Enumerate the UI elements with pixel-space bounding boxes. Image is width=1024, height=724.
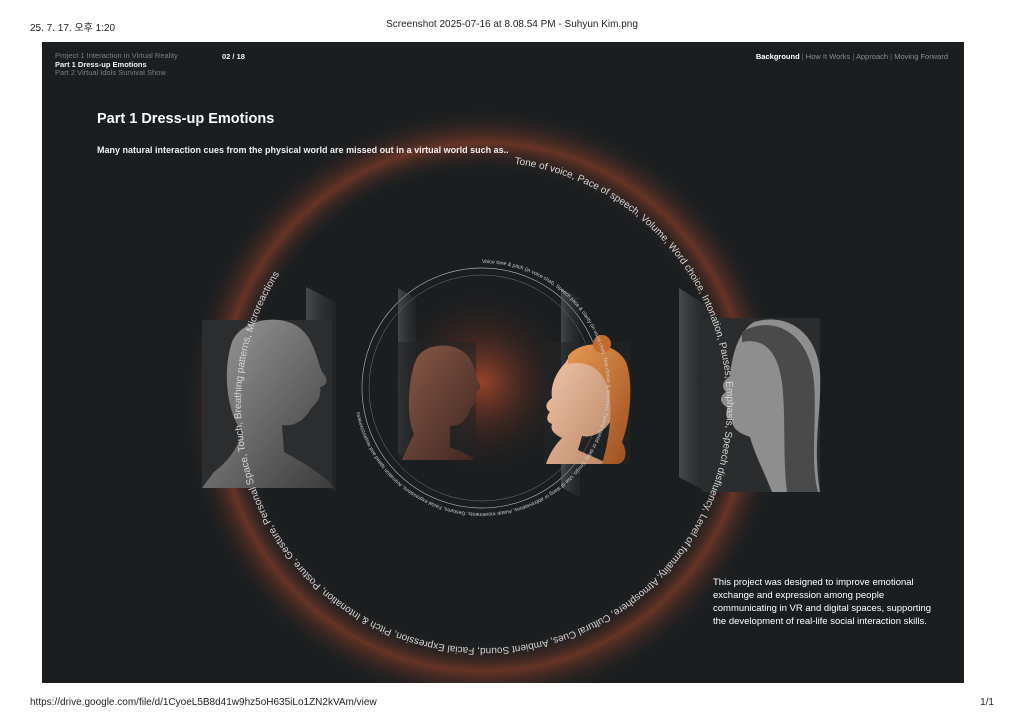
nav-separator: | (890, 52, 893, 61)
page-number: 02 / 18 (222, 52, 245, 61)
nav-how-it-works[interactable]: How It Works (806, 52, 850, 61)
print-title: Screenshot 2025-07-16 at 8.08.54 PM - Su… (386, 19, 638, 30)
left-person-photo (202, 319, 334, 488)
nav-part-2[interactable]: Part 2 Virtual Idols Survival Show (55, 68, 178, 78)
slide-subheading: Many natural interaction cues from the p… (97, 145, 509, 155)
section-nav: Background | How It Works | Approach | M… (756, 52, 948, 61)
project-description: This project was designed to improve emo… (713, 577, 932, 627)
print-url[interactable]: https://drive.google.com/file/d/1CyoeL5B… (30, 697, 377, 708)
center-left-avatar (398, 342, 481, 460)
nav-moving-forward[interactable]: Moving Forward (894, 52, 948, 61)
nav-separator: | (801, 52, 804, 61)
slide: Tone of voice, Pace of speech, Volume, W… (42, 42, 964, 683)
print-page-number: 1/1 (980, 697, 994, 708)
nav-background[interactable]: Background (756, 52, 800, 61)
nav-approach[interactable]: Approach (856, 52, 888, 61)
center-right-avatar (544, 335, 631, 464)
slide-heading: Part 1 Dress-up Emotions (97, 111, 275, 127)
nav-separator: | (852, 52, 855, 61)
project-nav: Project 1 Interaction in Virtual Reality… (55, 51, 178, 78)
